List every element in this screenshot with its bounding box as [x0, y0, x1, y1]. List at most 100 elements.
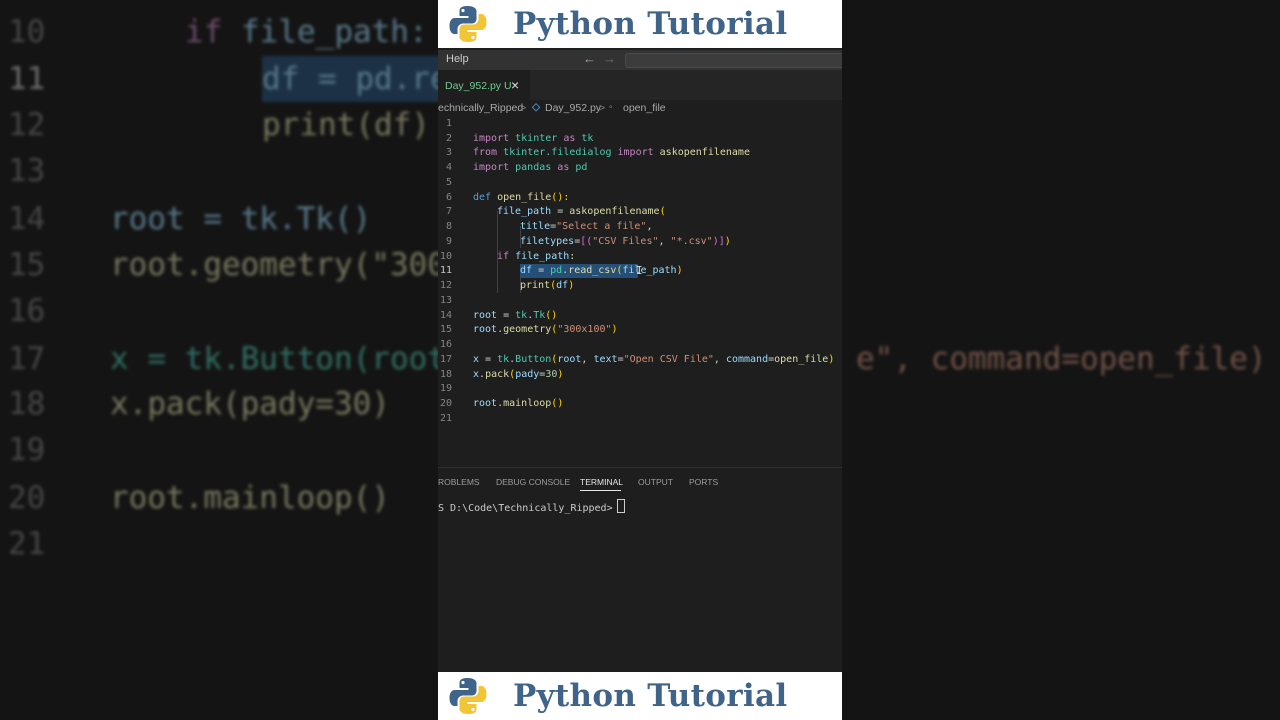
video-panel: Python Tutorial Help ← → Day_952.py U × … [438, 0, 842, 720]
back-arrow-icon[interactable]: ← [583, 51, 596, 66]
code-line: 12 print(df) [438, 278, 842, 293]
line-number: 5 [445, 177, 452, 188]
tab-filename: Day_952.py U [445, 80, 512, 92]
terminal-cursor [616, 499, 625, 513]
line-number: 1 [445, 118, 452, 129]
function-symbol-icon: ◦ [609, 101, 613, 113]
bg-line-text: root = tk.Tk() [110, 201, 372, 237]
line-number: 20 [439, 398, 452, 409]
bg-line-number: 19 [8, 432, 46, 468]
line-number: 13 [439, 295, 452, 306]
code-line: 11 df = pd.read_csv(file_path) I [438, 263, 842, 278]
code-line: 6 def open_file(): [438, 190, 842, 205]
code-text: file_path = askopenfilename( [497, 206, 666, 217]
line-number: 17 [439, 354, 452, 365]
bg-right-side: e", command=open_file) [842, 0, 1280, 720]
code-text: import pandas as pd [473, 162, 588, 173]
code-line: 18 x.pack(pady=30) [438, 367, 842, 382]
breadcrumb-symbol[interactable]: open_file [623, 102, 666, 114]
bg-line-text: x = tk.Button(root [110, 341, 446, 377]
chevron-right-icon: > [520, 102, 527, 114]
code-text: root.mainloop() [473, 398, 564, 409]
line-number: 8 [445, 221, 452, 232]
menu-help[interactable]: Help [446, 53, 469, 65]
code-line: 10 if file_path: [438, 249, 842, 264]
code-text: if file_path: [497, 251, 576, 262]
bg-line-number: 21 [8, 526, 46, 562]
line-number: 7 [445, 206, 452, 217]
bg-line-number: 15 [8, 247, 46, 283]
line-number: 9 [445, 236, 452, 247]
code-line: 5 [438, 175, 842, 190]
line-number: 4 [445, 162, 452, 173]
bg-line-text: print(df) [262, 107, 430, 143]
bg-line-number: 18 [8, 386, 46, 422]
code-line: 15 root.geometry("300x100") [438, 322, 842, 337]
code-line: 8 title="Select a file", [438, 219, 842, 234]
bg-line-text: root.geometry("300 [110, 247, 446, 283]
breadcrumb: echnically_Ripped > ◇ Day_952.py > ◦ ope… [438, 100, 842, 117]
code-text: root.geometry("300x100") [473, 324, 618, 335]
code-text: root = tk.Tk() [473, 310, 558, 321]
code-text: print(df) [520, 280, 575, 291]
tab-output[interactable]: OUTPUT [638, 477, 673, 487]
code-text: from tkinter.filedialog import askopenfi… [473, 147, 750, 158]
bg-line-number: 20 [8, 480, 46, 516]
line-number: 15 [439, 324, 452, 335]
active-tab-indicator [580, 490, 621, 491]
tab-terminal[interactable]: TERMINAL [580, 477, 623, 487]
panel-divider [438, 467, 842, 468]
top-banner: Python Tutorial [438, 0, 842, 48]
bg-line-number: 10 [8, 14, 46, 50]
line-number: 19 [439, 383, 452, 394]
line-number: 18 [439, 369, 452, 380]
code-text: filetypes=[("CSV Files", "*.csv")]) [520, 236, 731, 247]
code-text: def open_file(): [473, 192, 570, 203]
bg-line-number: 16 [8, 293, 46, 329]
line-number: 16 [439, 339, 452, 350]
editor-tab-bar: Day_952.py U × [438, 70, 842, 101]
close-icon[interactable]: × [511, 77, 519, 93]
line-number: 12 [439, 280, 452, 291]
terminal-prompt: S D:\Code\Technically_Ripped> [438, 503, 613, 514]
python-logo-icon [449, 6, 487, 42]
menu-bar: Help ← → [438, 50, 842, 70]
tab-ports[interactable]: PORTS [689, 477, 718, 487]
line-number: 14 [439, 310, 452, 321]
bg-line-text: x.pack(pady=30) [110, 386, 390, 422]
banner-title: Python Tutorial [513, 6, 788, 42]
code-line: 16 [438, 337, 842, 352]
panel-tabs: ROBLEMS DEBUG CONSOLE TERMINAL OUTPUT PO… [438, 474, 842, 494]
code-text: title="Select a file", [520, 221, 653, 232]
breadcrumb-file[interactable]: Day_952.py [545, 102, 601, 114]
bg-line-number: 12 [8, 107, 46, 143]
bg-line-text: root.mainloop() [110, 480, 390, 516]
forward-arrow-icon[interactable]: → [603, 51, 616, 66]
tab-problems[interactable]: ROBLEMS [438, 477, 480, 487]
terminal[interactable]: S D:\Code\Technically_Ripped> [438, 499, 842, 519]
tab-day-952[interactable]: Day_952.py U × [438, 70, 530, 101]
line-number: 21 [439, 413, 452, 424]
bg-line-number: 14 [8, 201, 46, 237]
bg-line-text: df = pd.re [262, 56, 449, 102]
code-line: 19 [438, 381, 842, 396]
code-line: 3 from tkinter.filedialog import askopenf… [438, 145, 842, 160]
bg-line-text: if file_path: [185, 14, 428, 50]
code-line: 1 [438, 116, 842, 131]
text-cursor-icon: I [636, 264, 643, 277]
command-center-search[interactable] [625, 53, 842, 68]
code-line: 4 import pandas as pd [438, 160, 842, 175]
code-text: x = tk.Button(root, text="Open CSV File"… [473, 354, 835, 365]
code-editor[interactable]: 1 2 import tkinter as tk 3 from tkinter.fi… [438, 116, 842, 466]
bg-line-number: 17 [8, 341, 46, 377]
breadcrumb-folder[interactable]: echnically_Ripped [438, 102, 523, 114]
bg-right-fragment: e", command=open_file) [856, 341, 1267, 377]
line-number: 10 [439, 251, 452, 262]
tab-debug-console[interactable]: DEBUG CONSOLE [496, 477, 570, 487]
line-number: 6 [445, 192, 452, 203]
line-number: 2 [445, 133, 452, 144]
code-line: 20 root.mainloop() [438, 396, 842, 411]
code-line: 21 [438, 411, 842, 426]
code-text: x.pack(pady=30) [473, 369, 564, 380]
code-text: df = pd.read_csv(file_path) [520, 265, 683, 276]
